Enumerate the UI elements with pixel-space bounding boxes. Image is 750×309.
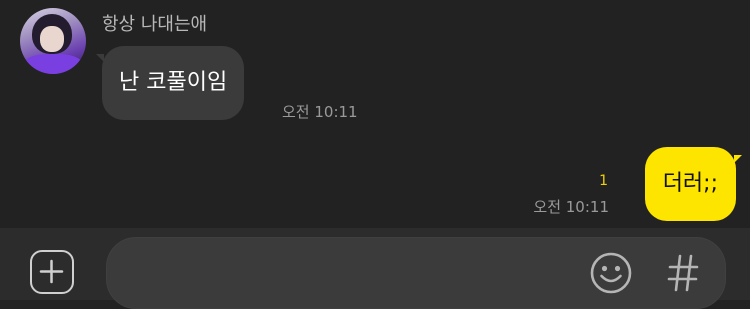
avatar-shirt [22,54,84,74]
emoji-button[interactable] [588,250,634,296]
sender-name: 항상 나대는애 [102,14,208,35]
incoming-message-bubble[interactable]: 난 코풀이임 [95,46,245,120]
incoming-message-time: 오전 10:11 [282,103,358,121]
unread-count: 1 [599,173,608,189]
avatar-face [40,26,64,52]
hash-button[interactable] [660,250,706,296]
outgoing-message-time: 오전 10:11 [533,198,609,216]
outgoing-message-bubble[interactable]: 더러;; [644,147,743,221]
avatar[interactable] [20,8,86,74]
chat-area: 항상 나대는애 난 코풀이임 오전 10:11 1 오전 10:11 더러;; [0,0,750,228]
smiley-icon [590,252,632,294]
attach-button[interactable] [30,250,74,294]
hash-icon [667,254,699,292]
plus-square-icon [39,259,64,284]
input-bar [0,228,750,309]
